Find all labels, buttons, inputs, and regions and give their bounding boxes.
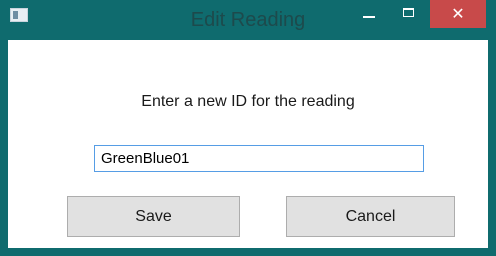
minimize-button[interactable] [354, 0, 384, 28]
dialog-content: Enter a new ID for the reading Save Canc… [8, 40, 488, 248]
title-bar[interactable]: Edit Reading ✕ [0, 0, 496, 40]
cancel-button[interactable]: Cancel [286, 196, 455, 237]
close-button[interactable]: ✕ [430, 0, 486, 28]
app-window-icon [10, 8, 28, 22]
reading-id-input[interactable] [94, 145, 424, 172]
save-button[interactable]: Save [67, 196, 240, 237]
prompt-label: Enter a new ID for the reading [141, 93, 355, 110]
maximize-button[interactable] [394, 0, 424, 28]
maximize-icon [403, 8, 414, 17]
close-icon: ✕ [451, 4, 465, 23]
minimize-icon [363, 16, 375, 18]
edit-reading-window: Edit Reading ✕ Enter a new ID for the re… [0, 0, 496, 256]
